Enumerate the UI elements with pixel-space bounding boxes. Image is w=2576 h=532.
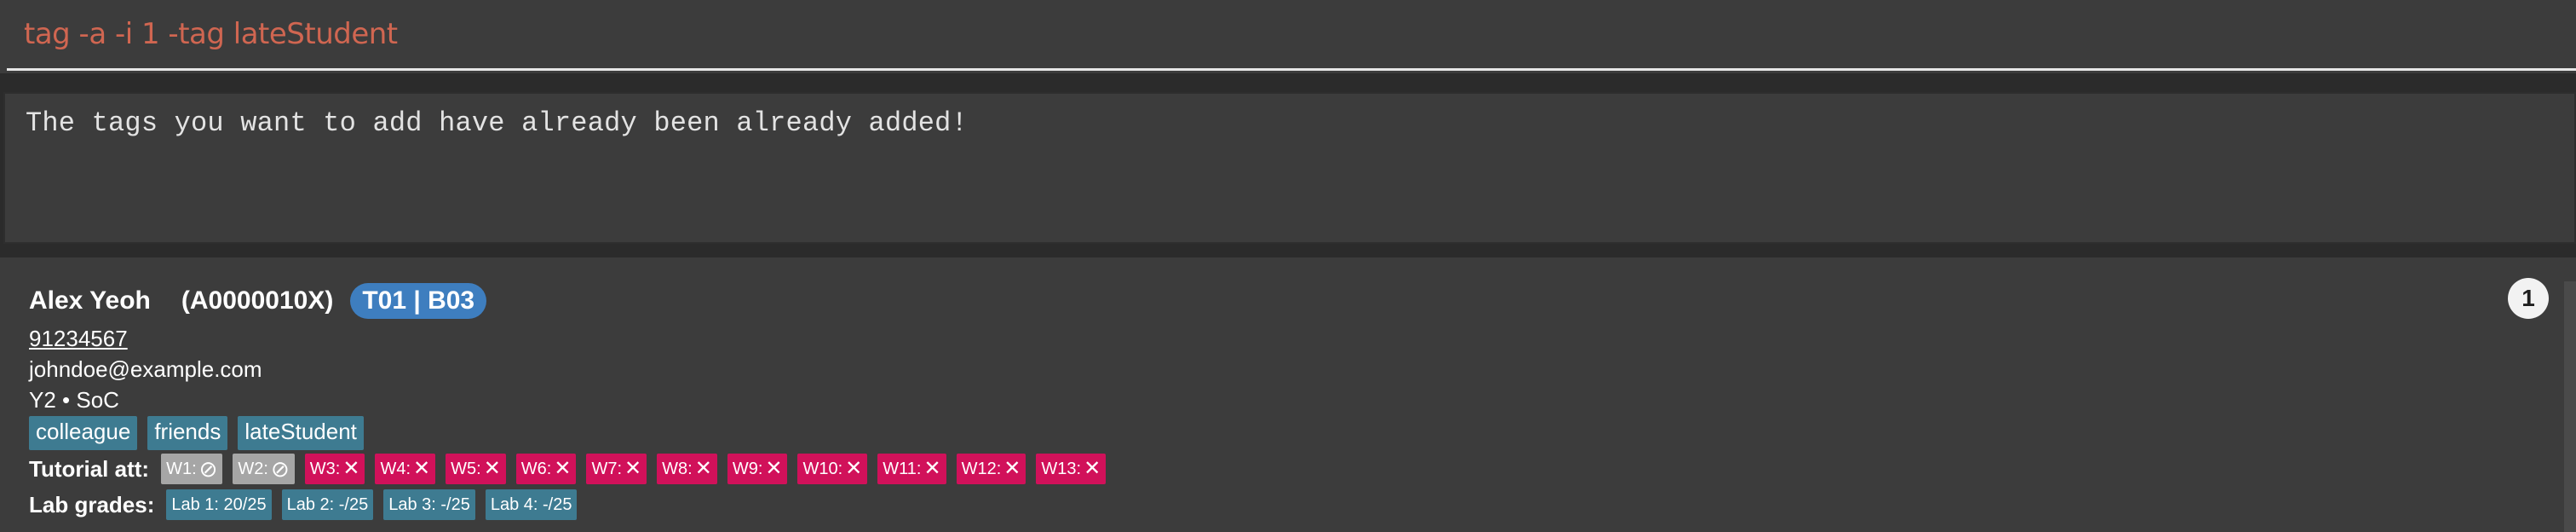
tag-item: colleague [29, 416, 138, 450]
absent-x-icon: ✕ [1003, 457, 1021, 480]
absent-x-icon: ✕ [483, 457, 501, 480]
attendance-week: W3: [309, 459, 341, 478]
tutorial-attendance-row: Tutorial att: W1: ⊘ W2: ⊘ W3: ✕ W4: ✕ W5: ✕ W… [29, 452, 1107, 486]
tag-item: lateStudent [238, 416, 364, 450]
attendance-chip: W6: ✕ [515, 454, 577, 484]
absent-x-icon: ✕ [765, 457, 783, 480]
lab-grade-chip: Lab 3: -/25 [383, 489, 475, 520]
absent-x-icon: ✕ [413, 457, 431, 480]
excused-icon: ⊘ [198, 456, 218, 482]
attendance-chip: W13: ✕ [1036, 454, 1107, 484]
attendance-chip: W3: ✕ [304, 454, 365, 484]
attendance-chip: W10: ✕ [797, 454, 868, 484]
tag-list: colleague friends lateStudent [29, 416, 364, 450]
command-input[interactable]: tag -a -i 1 -tag lateStudent [24, 17, 398, 51]
lab-grade-chip: Lab 1: 20/25 [166, 489, 272, 520]
attendance-chip: W12: ✕ [956, 454, 1026, 484]
result-display[interactable]: The tags you want to add have already be… [3, 92, 2576, 244]
person-year-faculty: Y2 • SoC [29, 387, 119, 413]
attendance-week: W8: [662, 459, 693, 478]
absent-x-icon: ✕ [342, 457, 360, 480]
attendance-week: W6: [520, 459, 552, 478]
attendance-week: W1: [166, 459, 197, 478]
list-scrollbar[interactable] [2564, 281, 2576, 532]
command-input-underline [7, 68, 2576, 71]
attendance-week: W10: [802, 459, 843, 478]
attendance-chip: W1: ⊘ [161, 454, 223, 484]
attendance-week: W7: [591, 459, 623, 478]
person-name: Alex Yeoh [29, 286, 151, 315]
attendance-chip: W11: ✕ [877, 454, 946, 484]
lab-grades-list: Lab 1: 20/25 Lab 2: -/25 Lab 3: -/25 Lab… [166, 489, 578, 520]
attendance-week: W9: [732, 459, 763, 478]
tutorial-attendance-list: W1: ⊘ W2: ⊘ W3: ✕ W4: ✕ W5: ✕ W6: ✕ W7: ✕ W8: ✕ … [161, 454, 1107, 484]
person-email: johndoe@example.com [29, 356, 262, 382]
class-badge: T01 | B03 [350, 283, 487, 319]
person-index-badge: 1 [2508, 278, 2549, 319]
absent-x-icon: ✕ [554, 457, 572, 480]
attendance-chip: W2: ⊘ [233, 454, 295, 484]
attendance-week: W4: [380, 459, 411, 478]
attendance-chip: W7: ✕ [586, 454, 647, 484]
result-message: The tags you want to add have already be… [26, 107, 968, 139]
absent-x-icon: ✕ [624, 457, 642, 480]
attendance-chip: W9: ✕ [727, 454, 788, 484]
absent-x-icon: ✕ [694, 457, 712, 480]
attendance-week: W11: [883, 459, 922, 478]
attendance-week: W2: [238, 459, 268, 478]
absent-x-icon: ✕ [923, 457, 941, 480]
tutorial-attendance-label: Tutorial att: [29, 455, 150, 482]
student-id: (A0000010X) [181, 286, 334, 315]
lab-grade-chip: Lab 4: -/25 [485, 489, 578, 520]
absent-x-icon: ✕ [1084, 457, 1101, 480]
tag-item: friends [147, 416, 228, 450]
person-header: Alex Yeoh (A0000010X) T01 | B03 [29, 280, 487, 322]
attendance-week: W13: [1041, 459, 1082, 478]
command-box[interactable]: tag -a -i 1 -tag lateStudent [0, 0, 2576, 73]
lab-grades-label: Lab grades: [29, 491, 155, 518]
attendance-chip: W5: ✕ [446, 454, 506, 484]
person-phone[interactable]: 91234567 [29, 326, 128, 352]
lab-grade-chip: Lab 2: -/25 [281, 489, 374, 520]
attendance-chip: W4: ✕ [375, 454, 436, 484]
attendance-chip: W8: ✕ [657, 454, 717, 484]
attendance-week: W5: [451, 459, 481, 478]
absent-x-icon: ✕ [845, 457, 863, 480]
lab-grades-row: Lab grades: Lab 1: 20/25 Lab 2: -/25 Lab… [29, 488, 578, 522]
excused-icon: ⊘ [270, 456, 290, 482]
attendance-week: W12: [961, 459, 1002, 478]
